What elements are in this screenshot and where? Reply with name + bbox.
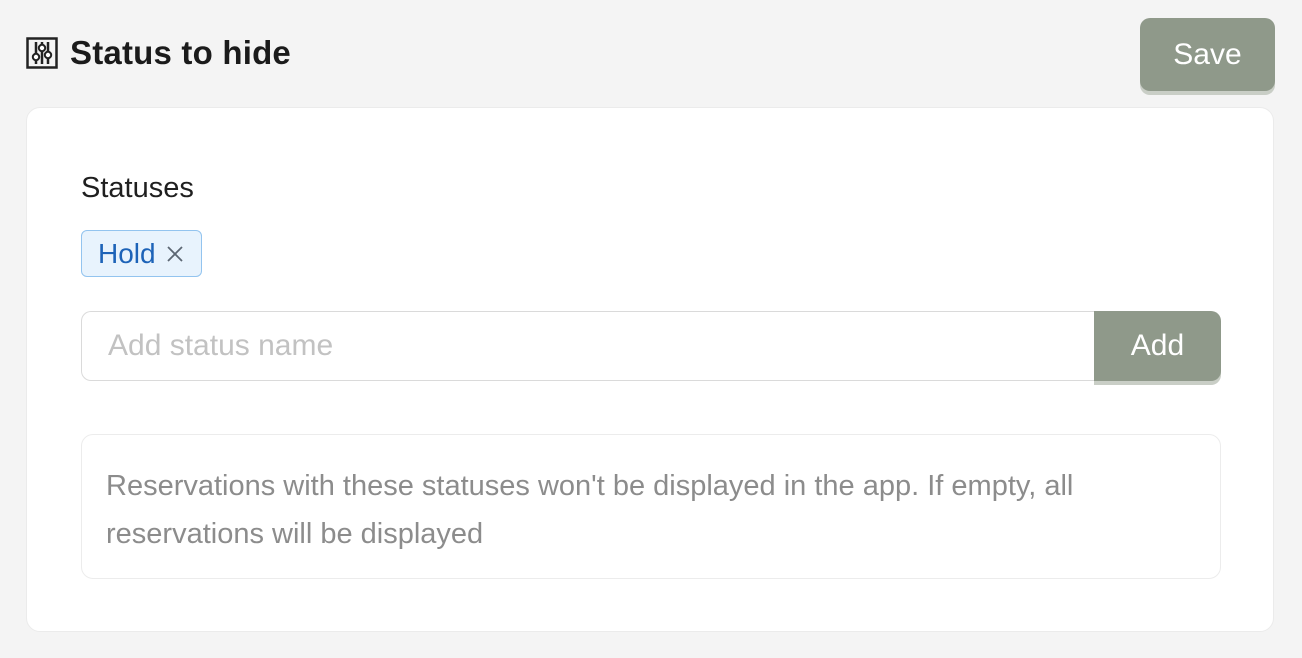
save-button[interactable]: Save (1140, 18, 1275, 91)
status-name-input[interactable] (81, 311, 1094, 381)
close-icon[interactable] (165, 244, 185, 264)
page-header: Status to hide Save (0, 0, 1302, 106)
status-tag-label: Hold (98, 237, 156, 269)
add-status-row: Add (81, 311, 1221, 381)
status-tag-hold: Hold (81, 230, 202, 277)
page-title-group: Status to hide (26, 30, 291, 76)
statuses-label: Statuses (81, 172, 194, 204)
add-status-button[interactable]: Add (1094, 311, 1221, 381)
sliders-icon (26, 37, 58, 69)
page-title: Status to hide (70, 34, 291, 71)
settings-card: Statuses Hold Add Reservations with thes… (26, 107, 1274, 632)
help-text: Reservations with these statuses won't b… (81, 434, 1221, 579)
